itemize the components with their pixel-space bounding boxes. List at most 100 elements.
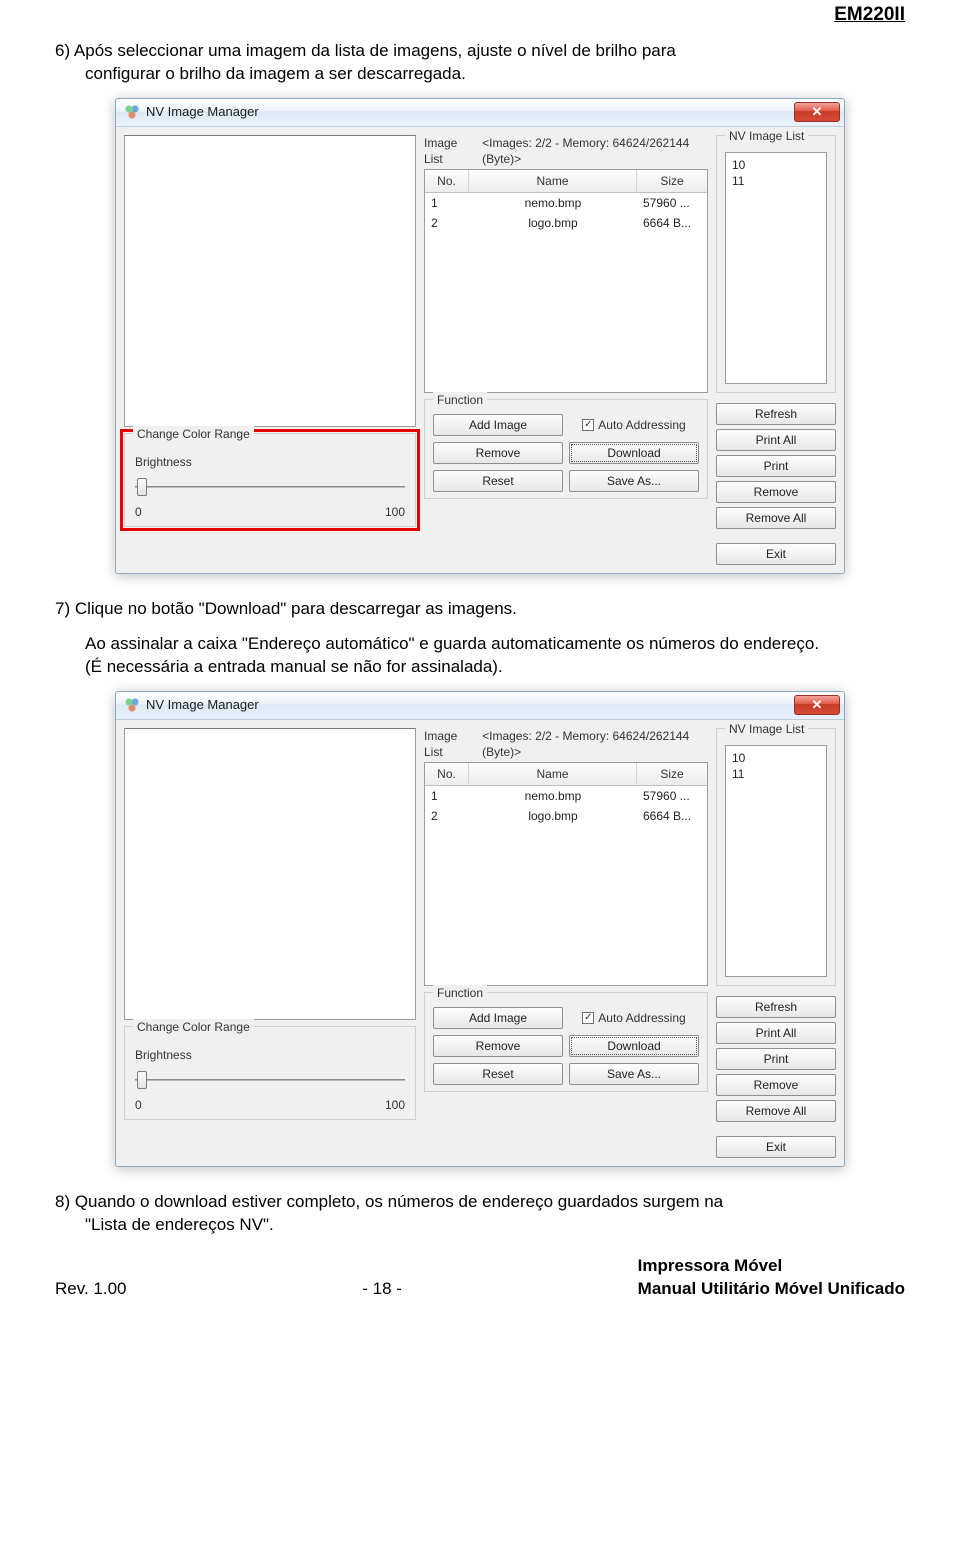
brightness-slider[interactable] — [135, 476, 405, 498]
col-size-header: Size — [637, 763, 707, 785]
remove-all-button[interactable]: Remove All — [716, 507, 836, 529]
checkbox-icon: ✓ — [582, 1012, 594, 1024]
app-icon — [124, 104, 140, 120]
table-header: No. Name Size — [425, 170, 707, 193]
brightness-label: Brightness — [135, 1047, 405, 1063]
brightness-label: Brightness — [135, 454, 405, 470]
nv-buttons: Refresh Print All Print Remove Remove Al… — [716, 403, 836, 529]
auto-addressing-checkbox[interactable]: ✓ Auto Addressing — [569, 414, 699, 436]
table-row[interactable]: 2 logo.bmp 6664 B... — [425, 806, 707, 826]
nv-image-list[interactable]: 10 11 — [725, 745, 827, 977]
function-group: Function Add Image ✓ Auto Addressing Rem… — [424, 399, 708, 499]
remove-nv-button[interactable]: Remove — [716, 1074, 836, 1096]
remove-nv-button[interactable]: Remove — [716, 481, 836, 503]
image-list-info: <Images: 2/2 - Memory: 64624/262144 (Byt… — [482, 135, 708, 167]
dialog-body: Change Color Range Brightness 0 100 — [116, 720, 844, 1166]
nv-image-list-column: NV Image List 10 11 — [716, 135, 836, 393]
reset-button[interactable]: Reset — [433, 470, 563, 492]
col-size-header: Size — [637, 170, 707, 192]
app-icon — [124, 697, 140, 713]
nv-image-manager-dialog: NV Image Manager ✕ Change Color Range Br… — [115, 691, 845, 1167]
footer-page: - 18 - — [362, 1278, 402, 1301]
image-list-table[interactable]: No. Name Size 1 nemo.bmp 57960 ... — [424, 762, 708, 986]
download-button[interactable]: Download — [569, 1035, 699, 1057]
cell-name: nemo.bmp — [469, 193, 637, 213]
paragraph-7: 7) Clique no botão "Download" para desca… — [55, 598, 905, 621]
product-header: EM220II — [55, 2, 905, 28]
auto-addressing-checkbox[interactable]: ✓ Auto Addressing — [569, 1007, 699, 1029]
nv-image-list-column: NV Image List 10 11 — [716, 728, 836, 986]
nv-item[interactable]: 10 — [732, 750, 820, 766]
refresh-button[interactable]: Refresh — [716, 996, 836, 1018]
slider-range: 0 100 — [135, 504, 405, 520]
bottom-controls: Function Add Image ✓ Auto Addressing Rem… — [424, 399, 836, 565]
download-button[interactable]: Download — [569, 442, 699, 464]
nv-buttons: Refresh Print All Print Remove Remove Al… — [716, 996, 836, 1122]
paragraph-7b-line: Ao assinalar a caixa "Endereço automátic… — [85, 633, 905, 656]
remove-button[interactable]: Remove — [433, 1035, 563, 1057]
table-header: No. Name Size — [425, 763, 707, 786]
image-list-meta: Image List <Images: 2/2 - Memory: 64624/… — [424, 728, 708, 760]
cell-size: 57960 ... — [637, 786, 707, 806]
table-rows: 1 nemo.bmp 57960 ... 2 logo.bmp 6664 B..… — [425, 193, 707, 392]
remove-button[interactable]: Remove — [433, 442, 563, 464]
exit-button[interactable]: Exit — [716, 1136, 836, 1158]
nv-item[interactable]: 10 — [732, 157, 820, 173]
footer-right: Impressora Móvel Manual Utilitário Móvel… — [638, 1255, 905, 1301]
function-group: Function Add Image ✓ Auto Addressing Rem… — [424, 992, 708, 1092]
dialog-body: Change Color Range Brightness 0 100 — [116, 127, 844, 573]
cell-size: 6664 B... — [637, 806, 707, 826]
save-as-button[interactable]: Save As... — [569, 470, 699, 492]
print-button[interactable]: Print — [716, 455, 836, 477]
nv-image-list-group: NV Image List 10 11 — [716, 135, 836, 393]
cell-no: 2 — [425, 213, 469, 233]
change-color-range-group: Change Color Range Brightness 0 100 — [124, 433, 416, 527]
col-no-header: No. — [425, 763, 469, 785]
print-button[interactable]: Print — [716, 1048, 836, 1070]
dialog-title: NV Image Manager — [146, 103, 259, 121]
paragraph-7c: (É necessária a entrada manual se não fo… — [85, 656, 905, 679]
close-icon: ✕ — [812, 698, 823, 711]
nv-item[interactable]: 11 — [732, 173, 820, 189]
print-all-button[interactable]: Print All — [716, 429, 836, 451]
footer-rev: Rev. 1.00 — [55, 1278, 127, 1301]
nv-item[interactable]: 11 — [732, 766, 820, 782]
cell-size: 57960 ... — [637, 193, 707, 213]
image-list-info: <Images: 2/2 - Memory: 64624/262144 (Byt… — [482, 728, 708, 760]
left-column: Change Color Range Brightness 0 100 — [124, 135, 416, 565]
slider-thumb[interactable] — [137, 1071, 147, 1089]
color-range-label: Change Color Range — [133, 426, 254, 442]
print-all-button[interactable]: Print All — [716, 1022, 836, 1044]
close-button[interactable]: ✕ — [794, 102, 840, 122]
add-image-button[interactable]: Add Image — [433, 414, 563, 436]
left-column: Change Color Range Brightness 0 100 — [124, 728, 416, 1158]
auto-addressing-label: Auto Addressing — [598, 1010, 685, 1026]
change-color-range-group: Change Color Range Brightness 0 100 — [124, 1026, 416, 1120]
col-name-header: Name — [469, 763, 637, 785]
add-image-button[interactable]: Add Image — [433, 1007, 563, 1029]
reset-button[interactable]: Reset — [433, 1063, 563, 1085]
paragraph-7b: Ao assinalar a caixa "Endereço automátic… — [55, 633, 905, 679]
cell-name: logo.bmp — [469, 806, 637, 826]
slider-thumb[interactable] — [137, 478, 147, 496]
remove-all-button[interactable]: Remove All — [716, 1100, 836, 1122]
brightness-slider[interactable] — [135, 1069, 405, 1091]
color-range-label: Change Color Range — [133, 1019, 254, 1035]
screenshot-2-wrap: NV Image Manager ✕ Change Color Range Br… — [55, 691, 905, 1167]
save-as-button[interactable]: Save As... — [569, 1063, 699, 1085]
image-list-table[interactable]: No. Name Size 1 nemo.bmp 57960 ... — [424, 169, 708, 393]
table-row[interactable]: 2 logo.bmp 6664 B... — [425, 213, 707, 233]
image-list-column: Image List <Images: 2/2 - Memory: 64624/… — [424, 728, 708, 986]
close-button[interactable]: ✕ — [794, 695, 840, 715]
paragraph-8-line2: "Lista de endereços NV". — [55, 1214, 905, 1237]
refresh-button[interactable]: Refresh — [716, 403, 836, 425]
nv-image-list[interactable]: 10 11 — [725, 152, 827, 384]
table-row[interactable]: 1 nemo.bmp 57960 ... — [425, 193, 707, 213]
table-row[interactable]: 1 nemo.bmp 57960 ... — [425, 786, 707, 806]
bottom-controls: Function Add Image ✓ Auto Addressing Rem… — [424, 992, 836, 1158]
exit-button[interactable]: Exit — [716, 543, 836, 565]
nv-button-column: Refresh Print All Print Remove Remove Al… — [716, 992, 836, 1158]
brightness-max: 100 — [385, 1097, 405, 1113]
cell-no: 1 — [425, 786, 469, 806]
image-preview — [124, 135, 416, 427]
